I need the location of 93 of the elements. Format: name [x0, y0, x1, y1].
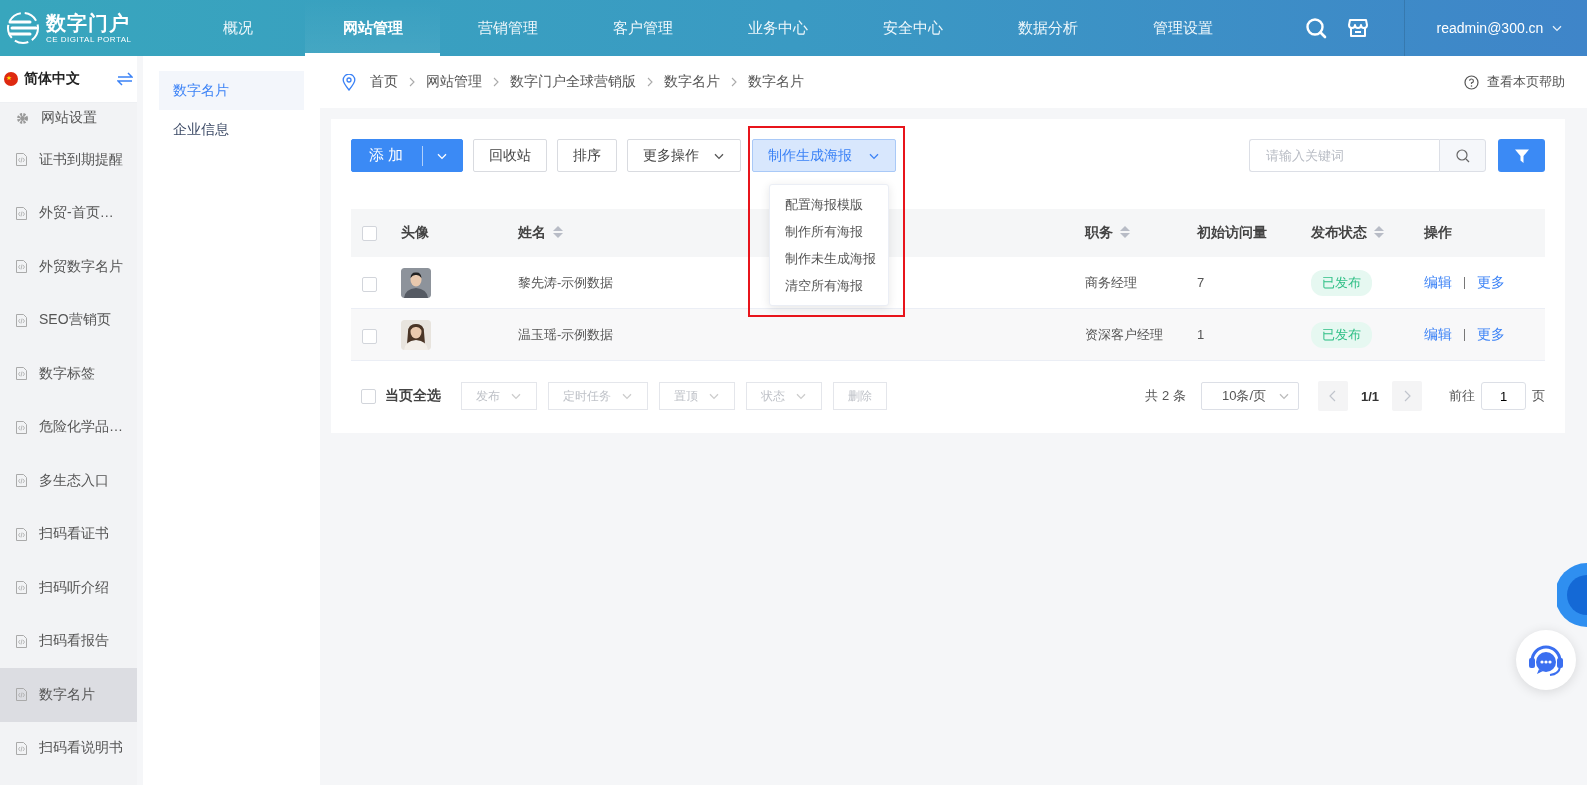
- swap-icon: [117, 72, 133, 86]
- table-cell: 资深客户经理: [1085, 325, 1163, 344]
- chevron-right-icon: [730, 77, 738, 87]
- flag-icon: [4, 72, 18, 86]
- code-file-icon: [16, 313, 27, 327]
- checkbox[interactable]: [361, 388, 376, 404]
- next-page-icon[interactable]: [1392, 381, 1422, 411]
- action-link[interactable]: 编辑: [1424, 273, 1452, 292]
- toolbar-button[interactable]: 回收站: [473, 139, 547, 172]
- code-file-icon: [16, 527, 27, 541]
- submenu-item[interactable]: 数字名片: [159, 71, 304, 110]
- code-file-icon: [16, 634, 27, 648]
- column-header: 初始访问量: [1197, 224, 1267, 242]
- sidebar-item[interactable]: 扫码看报告: [0, 614, 137, 668]
- action-link[interactable]: 更多: [1477, 273, 1505, 292]
- sidebar-item[interactable]: 外贸-首页…: [0, 186, 137, 240]
- sidebar-item[interactable]: 数字名片: [0, 668, 137, 722]
- breadcrumb-link[interactable]: 数字名片: [748, 73, 804, 91]
- code-file-icon: [16, 474, 27, 488]
- globe-logo-icon: [6, 11, 42, 45]
- code-file-icon: [16, 420, 27, 434]
- code-file-icon: [16, 260, 27, 274]
- filter-button[interactable]: [1498, 139, 1545, 172]
- prev-page-icon[interactable]: [1317, 381, 1348, 411]
- customer-service-button[interactable]: [1516, 630, 1576, 690]
- column-header: 头像: [401, 224, 429, 242]
- toolbar-button[interactable]: 更多操作: [627, 139, 741, 172]
- total-count: 共 2 条: [1145, 387, 1186, 405]
- goto-label: 前往: [1449, 387, 1475, 405]
- column-header: 姓名: [518, 224, 563, 242]
- help-link[interactable]: 查看本页帮助: [1464, 73, 1565, 91]
- breadcrumb-link[interactable]: 网站管理: [426, 73, 482, 91]
- table-cell: 商务经理: [1085, 273, 1137, 292]
- menu-item[interactable]: 制作所有海报: [770, 218, 888, 245]
- table-cell: 黎先涛-示例数据: [518, 273, 614, 292]
- column-header: 操作: [1424, 224, 1452, 242]
- breadcrumb-link[interactable]: 数字名片: [664, 73, 720, 91]
- checkbox[interactable]: [362, 225, 377, 241]
- logo-title: 数字门户: [46, 12, 131, 33]
- table-cell: 1: [1197, 327, 1205, 342]
- logo-subtitle: CE DIGITAL PORTAL: [46, 35, 132, 44]
- action-link[interactable]: 更多: [1477, 325, 1505, 344]
- column-header: 发布状态: [1311, 224, 1384, 242]
- action-link[interactable]: 编辑: [1424, 325, 1452, 344]
- gear-icon: [16, 111, 29, 125]
- column-header: 职务: [1085, 224, 1130, 242]
- checkbox[interactable]: [362, 328, 377, 344]
- page-size-select[interactable]: 10条/页: [1200, 382, 1299, 410]
- table-cell: 7: [1197, 275, 1205, 290]
- code-file-icon: [16, 206, 27, 220]
- sidebar-item[interactable]: 扫码看证书: [0, 507, 137, 561]
- code-file-icon: [16, 688, 27, 702]
- code-file-icon: [16, 581, 27, 595]
- sidebar-item[interactable]: 外贸数字名片: [0, 240, 137, 294]
- menu-item[interactable]: 清空所有海报: [770, 272, 888, 299]
- sidebar-item[interactable]: 证书到期提醒: [0, 133, 137, 187]
- location-pin-icon: [342, 73, 356, 91]
- menu-item[interactable]: 制作未生成海报: [770, 245, 888, 272]
- code-file-icon: [16, 741, 27, 755]
- language-label: 简体中文: [24, 70, 81, 88]
- checkbox[interactable]: [362, 276, 377, 292]
- breadcrumb-link[interactable]: 数字门户全球营销版: [510, 73, 636, 91]
- breadcrumb-link[interactable]: 首页: [370, 73, 398, 91]
- sidebar-item[interactable]: 多生态入口: [0, 454, 137, 508]
- select-all-label: 当页全选: [385, 387, 441, 405]
- sidebar-item[interactable]: 数字标签: [0, 347, 137, 401]
- chevron-right-icon: [646, 77, 654, 87]
- page-indicator: 1/1: [1360, 388, 1379, 404]
- sidebar-item[interactable]: SEO营销页: [0, 293, 137, 347]
- language-switcher[interactable]: 简体中文: [0, 56, 137, 103]
- status-tag: 已发布: [1311, 269, 1372, 296]
- table-cell: 温玉瑶-示例数据: [518, 325, 614, 344]
- sidebar-item[interactable]: 扫码看说明书: [0, 721, 137, 775]
- filter-icon: [1513, 147, 1530, 164]
- search-field[interactable]: 请输入关键词: [1249, 139, 1439, 172]
- sidebar-item[interactable]: 扫码听介绍: [0, 561, 137, 615]
- toolbar-button[interactable]: 排序: [557, 139, 617, 172]
- page-number-field[interactable]: 1: [1481, 382, 1526, 410]
- code-file-icon: [16, 153, 27, 167]
- status-tag: 已发布: [1311, 321, 1372, 348]
- chevron-right-icon: [492, 77, 500, 87]
- menu-item[interactable]: 配置海报模版: [770, 191, 888, 218]
- search-icon[interactable]: [1305, 17, 1327, 39]
- search-button[interactable]: [1439, 139, 1486, 172]
- sidebar-item[interactable]: 危险化学品…: [0, 400, 137, 454]
- chevron-right-icon: [408, 77, 416, 87]
- sidebar-item[interactable]: 网站设置: [0, 103, 137, 133]
- submenu-item[interactable]: 企业信息: [159, 110, 304, 149]
- page-unit-label: 页: [1532, 387, 1545, 405]
- help-icon: [1464, 74, 1479, 90]
- store-icon[interactable]: [1347, 17, 1369, 39]
- search-icon: [1455, 148, 1470, 163]
- code-file-icon: [16, 367, 27, 381]
